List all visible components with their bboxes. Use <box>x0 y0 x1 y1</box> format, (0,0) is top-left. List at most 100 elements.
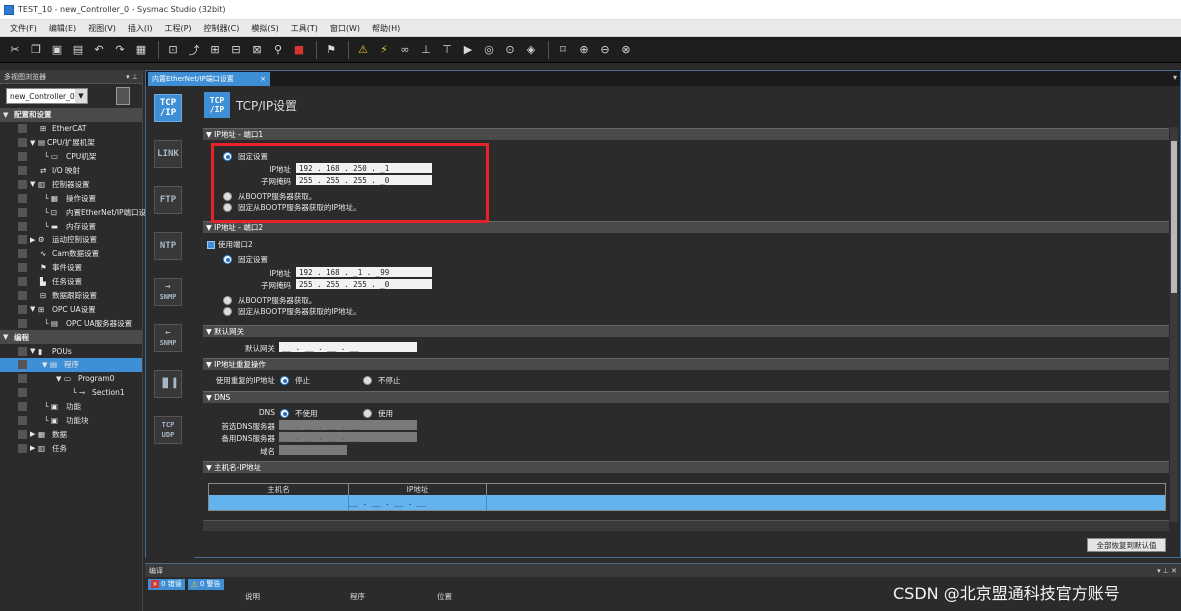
tab-ethernet-settings[interactable]: 内置EtherNet/IP端口设置 × <box>148 72 270 86</box>
search-icon[interactable]: ⚲ <box>269 41 287 59</box>
category-ntp[interactable]: NTP <box>154 232 182 260</box>
port1-mask-field[interactable]: 255 . 255 . 255 . _0 <box>296 175 432 185</box>
offline-icon[interactable]: ⊞ <box>206 41 224 59</box>
section-port2[interactable]: ▼ IP地址 - 端口2 <box>203 221 1169 233</box>
restore-defaults-button[interactable]: 全部恢复到默认值 <box>1087 538 1166 552</box>
expand-icon[interactable]: ▶ <box>30 430 35 438</box>
dns-unused-radio[interactable]: 不使用 <box>280 408 318 419</box>
tree-item-function-blocks[interactable]: └ ▣ 功能块 <box>0 414 142 428</box>
section-dup-ip[interactable]: ▼ IP地址重复操作 <box>203 358 1169 370</box>
transfer-icon[interactable]: ⊟ <box>227 41 245 59</box>
stop-icon[interactable]: ■ <box>290 41 308 59</box>
delete-icon[interactable]: ▤ <box>69 41 87 59</box>
dup-nostop-radio[interactable]: 不停止 <box>363 375 401 386</box>
expand-icon[interactable]: ▼ <box>56 375 61 383</box>
tree-item-opcua[interactable]: ▼ ⊞ OPC UA设置 <box>0 302 142 316</box>
menu-view[interactable]: 视图(V) <box>82 23 122 34</box>
section-gateway[interactable]: ▼ 默认网关 <box>203 325 1169 337</box>
sync-icon[interactable]: ⚑ <box>322 41 340 59</box>
port1-fixed-radio[interactable]: 固定设置 <box>223 151 268 162</box>
radio-on-icon[interactable] <box>280 376 289 385</box>
dns-secondary-field[interactable]: __ . __ . __ . __ <box>279 432 417 442</box>
expand-icon[interactable]: ▼ <box>3 333 8 341</box>
warnings-filter[interactable]: ⚠ 0 警告 <box>187 578 224 590</box>
expand-icon[interactable]: ▼ <box>42 361 47 369</box>
category-snmp-trap[interactable]: ← SNMP <box>154 324 182 352</box>
menu-project[interactable]: 工程(P) <box>158 23 197 34</box>
tree-item-ethercat[interactable]: ⊞ EtherCAT <box>0 122 142 136</box>
redo-icon[interactable]: ↷ <box>111 41 129 59</box>
radio-off-icon[interactable] <box>223 192 232 201</box>
tree-item-operation[interactable]: └ ▦ 操作设置 <box>0 191 142 205</box>
section-hosts[interactable]: ▼ 主机名-IP地址 <box>203 461 1169 473</box>
expand-icon[interactable]: ▼ <box>30 347 35 355</box>
menu-insert[interactable]: 插入(I) <box>122 23 159 34</box>
category-fins[interactable]: ▐▌▐ <box>154 370 182 398</box>
zoom-out-icon[interactable]: ⊖ <box>596 41 614 59</box>
errors-filter[interactable]: ✕ 0 错误 <box>148 578 185 590</box>
paste-icon[interactable]: ▣ <box>48 41 66 59</box>
expand-icon[interactable]: ▶ <box>30 236 35 244</box>
port2-ip-field[interactable]: 192 . 168 . _1 . _99 <box>296 267 432 277</box>
menu-help[interactable]: 帮助(H) <box>366 23 406 34</box>
expand-icon[interactable]: ▼ <box>30 180 35 188</box>
tree-item-tasks[interactable]: ▶ ▥ 任务 <box>0 441 142 455</box>
port1-ip-field[interactable]: 192 . 168 . 250 . _1 <box>296 163 432 173</box>
scroll-thumb[interactable] <box>1171 141 1177 293</box>
copy-icon[interactable]: ❐ <box>27 41 45 59</box>
expand-icon[interactable]: ▼ <box>3 111 8 119</box>
menu-simulation[interactable]: 模拟(S) <box>245 23 284 34</box>
close-icon[interactable]: × <box>260 75 266 83</box>
tree-item-program0[interactable]: ▼ ▭ Program0 <box>0 372 142 386</box>
set-icon[interactable]: ⊥ <box>417 41 435 59</box>
undo-icon[interactable]: ↶ <box>90 41 108 59</box>
link-icon[interactable]: ∞ <box>396 41 414 59</box>
tree-item-cpu[interactable]: └ ▭ CPU机架 <box>0 150 142 164</box>
radio-off-icon[interactable] <box>363 409 372 418</box>
radio-on-icon[interactable] <box>223 255 232 264</box>
menu-file[interactable]: 文件(F) <box>4 23 43 34</box>
zoom-fit-icon[interactable]: ⌑ <box>554 41 572 59</box>
radio-on-icon[interactable] <box>280 409 289 418</box>
table-row[interactable]: __ . __ . __ . __ <box>209 495 1165 510</box>
compare-icon[interactable]: ⊠ <box>248 41 266 59</box>
pin-icon[interactable]: ▾ ⊥ <box>126 73 138 81</box>
tree-item-cam[interactable]: ∿ Cam数据设置 <box>0 247 142 261</box>
section-dns[interactable]: ▼ DNS <box>203 391 1169 403</box>
tree-item-event[interactable]: ⚑ 事件设置 <box>0 261 142 275</box>
menu-tools[interactable]: 工具(T) <box>285 23 324 34</box>
tree-item-functions[interactable]: └ ▣ 功能 <box>0 400 142 414</box>
section-port1[interactable]: ▼ IP地址 - 端口1 <box>203 128 1169 140</box>
horizontal-scrollbar[interactable] <box>203 520 1169 531</box>
controller-status-icon[interactable] <box>116 87 130 105</box>
tree-item-ethernet[interactable]: └ ⊡ 内置EtherNet/IP端口设置 <box>0 205 154 219</box>
dns-use-radio[interactable]: 使用 <box>363 408 393 419</box>
tab-menu-icon[interactable]: ▾ <box>1173 73 1177 82</box>
host-cell[interactable] <box>209 495 349 510</box>
expand-icon[interactable]: ▼ <box>30 139 35 147</box>
port2-mask-field[interactable]: 255 . 255 . 255 . _0 <box>296 279 432 289</box>
radio-off-icon[interactable] <box>223 203 232 212</box>
dns-primary-field[interactable]: __ . __ . __ . __ <box>279 420 417 430</box>
radio-off-icon[interactable] <box>363 376 372 385</box>
menu-controller[interactable]: 控制器(C) <box>198 23 246 34</box>
chevron-down-icon[interactable]: ▼ <box>75 89 87 103</box>
tree-section-programming[interactable]: ▼ 编程 <box>0 330 142 345</box>
category-ftp[interactable]: FTP <box>154 186 182 214</box>
port1-bootp-radio[interactable]: 从BOOTP服务器获取。 <box>223 191 316 202</box>
tree-item-data[interactable]: ▶ ▦ 数据 <box>0 427 142 441</box>
port2-bootp-radio[interactable]: 从BOOTP服务器获取。 <box>223 295 316 306</box>
radio-off-icon[interactable] <box>223 296 232 305</box>
port2-fixed-radio[interactable]: 固定设置 <box>223 254 268 265</box>
zoom-in-icon[interactable]: ⊕ <box>575 41 593 59</box>
radio-on-icon[interactable] <box>223 152 232 161</box>
domain-field[interactable] <box>279 445 347 455</box>
tree-item-motion[interactable]: ▶ ⚙ 运动控制设置 <box>0 233 142 247</box>
panel-pin-icon[interactable]: ▾ ⊥ ✕ <box>1157 567 1177 575</box>
use-port2-checkbox[interactable]: 使用端口2 <box>207 239 253 250</box>
tree-item-cpu-rack[interactable]: ▼ ▤ CPU/扩展机架 <box>0 136 142 150</box>
category-link[interactable]: LINK <box>154 140 182 168</box>
port2-fixed-bootp-radio[interactable]: 固定从BOOTP服务器获取的IP地址。 <box>223 306 361 317</box>
tree-item-section1[interactable]: └ ⊸ Section1 <box>0 386 142 400</box>
category-tcp-udp[interactable]: TCP UDP <box>154 416 182 444</box>
